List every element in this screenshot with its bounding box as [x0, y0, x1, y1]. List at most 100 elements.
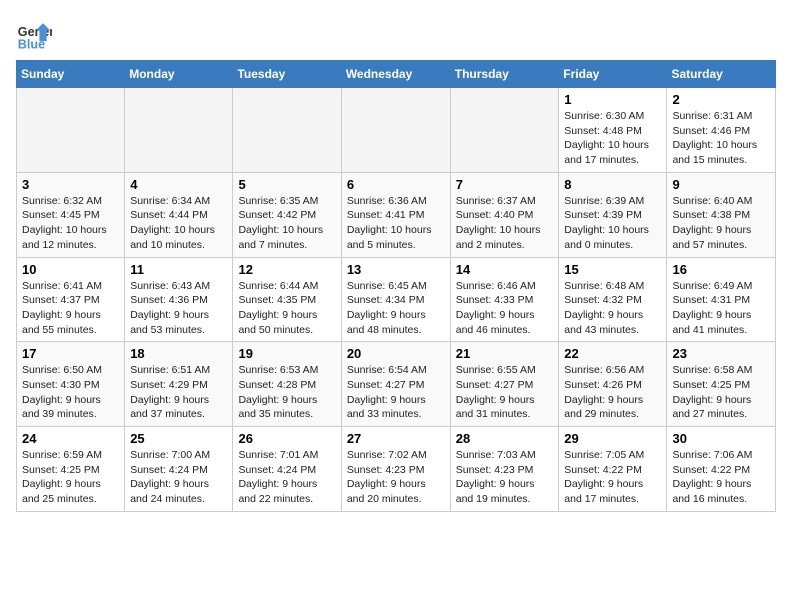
calendar-body: 1 Sunrise: 6:30 AMSunset: 4:48 PMDaylight… [17, 88, 776, 512]
day-info: Sunrise: 6:41 AMSunset: 4:37 PMDaylight:… [22, 279, 119, 338]
calendar-day-cell: 29 Sunrise: 7:05 AMSunset: 4:22 PMDayligh… [559, 427, 667, 512]
day-info: Sunrise: 6:37 AMSunset: 4:40 PMDaylight:… [456, 194, 554, 253]
calendar-day-cell: 28 Sunrise: 7:03 AMSunset: 4:23 PMDayligh… [450, 427, 559, 512]
calendar-day-cell: 21 Sunrise: 6:55 AMSunset: 4:27 PMDayligh… [450, 342, 559, 427]
day-info: Sunrise: 7:05 AMSunset: 4:22 PMDaylight:… [564, 448, 661, 507]
calendar-day-cell: 17 Sunrise: 6:50 AMSunset: 4:30 PMDayligh… [17, 342, 125, 427]
calendar-day-cell: 16 Sunrise: 6:49 AMSunset: 4:31 PMDayligh… [667, 257, 776, 342]
day-info: Sunrise: 7:01 AMSunset: 4:24 PMDaylight:… [238, 448, 335, 507]
day-number: 10 [22, 262, 119, 277]
calendar-day-cell: 20 Sunrise: 6:54 AMSunset: 4:27 PMDayligh… [341, 342, 450, 427]
calendar-day-cell: 9 Sunrise: 6:40 AMSunset: 4:38 PMDaylight… [667, 172, 776, 257]
day-info: Sunrise: 6:30 AMSunset: 4:48 PMDaylight:… [564, 109, 661, 168]
day-number: 1 [564, 92, 661, 107]
day-number: 25 [130, 431, 227, 446]
calendar-day-cell: 25 Sunrise: 7:00 AMSunset: 4:24 PMDayligh… [125, 427, 233, 512]
day-info: Sunrise: 6:50 AMSunset: 4:30 PMDaylight:… [22, 363, 119, 422]
calendar-day-cell: 2 Sunrise: 6:31 AMSunset: 4:46 PMDaylight… [667, 88, 776, 173]
day-number: 9 [672, 177, 770, 192]
calendar-week-row: 1 Sunrise: 6:30 AMSunset: 4:48 PMDaylight… [17, 88, 776, 173]
day-info: Sunrise: 6:34 AMSunset: 4:44 PMDaylight:… [130, 194, 227, 253]
calendar-day-cell: 11 Sunrise: 6:43 AMSunset: 4:36 PMDayligh… [125, 257, 233, 342]
logo-icon: General Blue [16, 16, 52, 52]
day-number: 30 [672, 431, 770, 446]
calendar-day-cell: 4 Sunrise: 6:34 AMSunset: 4:44 PMDaylight… [125, 172, 233, 257]
day-info: Sunrise: 6:58 AMSunset: 4:25 PMDaylight:… [672, 363, 770, 422]
day-info: Sunrise: 6:36 AMSunset: 4:41 PMDaylight:… [347, 194, 445, 253]
day-info: Sunrise: 6:43 AMSunset: 4:36 PMDaylight:… [130, 279, 227, 338]
day-number: 17 [22, 346, 119, 361]
day-info: Sunrise: 6:53 AMSunset: 4:28 PMDaylight:… [238, 363, 335, 422]
day-number: 20 [347, 346, 445, 361]
day-number: 15 [564, 262, 661, 277]
logo: General Blue [16, 16, 52, 52]
day-info: Sunrise: 6:55 AMSunset: 4:27 PMDaylight:… [456, 363, 554, 422]
day-number: 7 [456, 177, 554, 192]
day-info: Sunrise: 6:31 AMSunset: 4:46 PMDaylight:… [672, 109, 770, 168]
calendar-day-cell [17, 88, 125, 173]
day-info: Sunrise: 7:02 AMSunset: 4:23 PMDaylight:… [347, 448, 445, 507]
weekday-header-cell: Friday [559, 61, 667, 88]
calendar-day-cell: 24 Sunrise: 6:59 AMSunset: 4:25 PMDayligh… [17, 427, 125, 512]
calendar-day-cell: 3 Sunrise: 6:32 AMSunset: 4:45 PMDaylight… [17, 172, 125, 257]
day-number: 14 [456, 262, 554, 277]
day-info: Sunrise: 6:39 AMSunset: 4:39 PMDaylight:… [564, 194, 661, 253]
calendar-day-cell: 19 Sunrise: 6:53 AMSunset: 4:28 PMDayligh… [233, 342, 341, 427]
day-number: 24 [22, 431, 119, 446]
day-number: 29 [564, 431, 661, 446]
calendar-day-cell: 23 Sunrise: 6:58 AMSunset: 4:25 PMDayligh… [667, 342, 776, 427]
day-info: Sunrise: 6:54 AMSunset: 4:27 PMDaylight:… [347, 363, 445, 422]
day-info: Sunrise: 7:00 AMSunset: 4:24 PMDaylight:… [130, 448, 227, 507]
day-number: 22 [564, 346, 661, 361]
day-info: Sunrise: 6:46 AMSunset: 4:33 PMDaylight:… [456, 279, 554, 338]
calendar-day-cell: 7 Sunrise: 6:37 AMSunset: 4:40 PMDaylight… [450, 172, 559, 257]
day-number: 27 [347, 431, 445, 446]
day-info: Sunrise: 6:44 AMSunset: 4:35 PMDaylight:… [238, 279, 335, 338]
day-number: 6 [347, 177, 445, 192]
calendar-week-row: 17 Sunrise: 6:50 AMSunset: 4:30 PMDayligh… [17, 342, 776, 427]
day-info: Sunrise: 7:03 AMSunset: 4:23 PMDaylight:… [456, 448, 554, 507]
day-number: 5 [238, 177, 335, 192]
calendar-day-cell: 8Sunrise: 6:39 AMSunset: 4:39 PMDaylight… [559, 172, 667, 257]
page-header: General Blue [16, 16, 776, 52]
day-number: 23 [672, 346, 770, 361]
calendar-day-cell: 13 Sunrise: 6:45 AMSunset: 4:34 PMDayligh… [341, 257, 450, 342]
calendar-week-row: 10 Sunrise: 6:41 AMSunset: 4:37 PMDayligh… [17, 257, 776, 342]
calendar-day-cell: 10 Sunrise: 6:41 AMSunset: 4:37 PMDayligh… [17, 257, 125, 342]
calendar-week-row: 24 Sunrise: 6:59 AMSunset: 4:25 PMDayligh… [17, 427, 776, 512]
day-number: 21 [456, 346, 554, 361]
day-number: 19 [238, 346, 335, 361]
calendar-table: SundayMondayTuesdayWednesdayThursdayFrid… [16, 60, 776, 512]
weekday-header-cell: Wednesday [341, 61, 450, 88]
calendar-day-cell: 27 Sunrise: 7:02 AMSunset: 4:23 PMDayligh… [341, 427, 450, 512]
day-info: Sunrise: 6:32 AMSunset: 4:45 PMDaylight:… [22, 194, 119, 253]
weekday-header-cell: Monday [125, 61, 233, 88]
weekday-header-cell: Tuesday [233, 61, 341, 88]
day-number: 13 [347, 262, 445, 277]
day-number: 4 [130, 177, 227, 192]
day-info: Sunrise: 6:40 AMSunset: 4:38 PMDaylight:… [672, 194, 770, 253]
calendar-day-cell: 1 Sunrise: 6:30 AMSunset: 4:48 PMDaylight… [559, 88, 667, 173]
day-info: Sunrise: 6:49 AMSunset: 4:31 PMDaylight:… [672, 279, 770, 338]
day-number: 28 [456, 431, 554, 446]
calendar-day-cell [450, 88, 559, 173]
day-info: Sunrise: 6:45 AMSunset: 4:34 PMDaylight:… [347, 279, 445, 338]
day-info: Sunrise: 6:56 AMSunset: 4:26 PMDaylight:… [564, 363, 661, 422]
day-info: Sunrise: 7:06 AMSunset: 4:22 PMDaylight:… [672, 448, 770, 507]
day-number: 3 [22, 177, 119, 192]
day-number: 12 [238, 262, 335, 277]
day-number: 11 [130, 262, 227, 277]
day-number: 16 [672, 262, 770, 277]
day-number: 2 [672, 92, 770, 107]
calendar-day-cell: 14 Sunrise: 6:46 AMSunset: 4:33 PMDayligh… [450, 257, 559, 342]
day-info: Sunrise: 6:51 AMSunset: 4:29 PMDaylight:… [130, 363, 227, 422]
day-info: Sunrise: 6:35 AMSunset: 4:42 PMDaylight:… [238, 194, 335, 253]
day-info: Sunrise: 6:59 AMSunset: 4:25 PMDaylight:… [22, 448, 119, 507]
calendar-day-cell: 26Sunrise: 7:01 AMSunset: 4:24 PMDayligh… [233, 427, 341, 512]
calendar-day-cell: 5 Sunrise: 6:35 AMSunset: 4:42 PMDaylight… [233, 172, 341, 257]
weekday-header-cell: Saturday [667, 61, 776, 88]
calendar-day-cell: 30 Sunrise: 7:06 AMSunset: 4:22 PMDayligh… [667, 427, 776, 512]
day-info: Sunrise: 6:48 AMSunset: 4:32 PMDaylight:… [564, 279, 661, 338]
calendar-week-row: 3 Sunrise: 6:32 AMSunset: 4:45 PMDaylight… [17, 172, 776, 257]
calendar-day-cell: 22 Sunrise: 6:56 AMSunset: 4:26 PMDayligh… [559, 342, 667, 427]
